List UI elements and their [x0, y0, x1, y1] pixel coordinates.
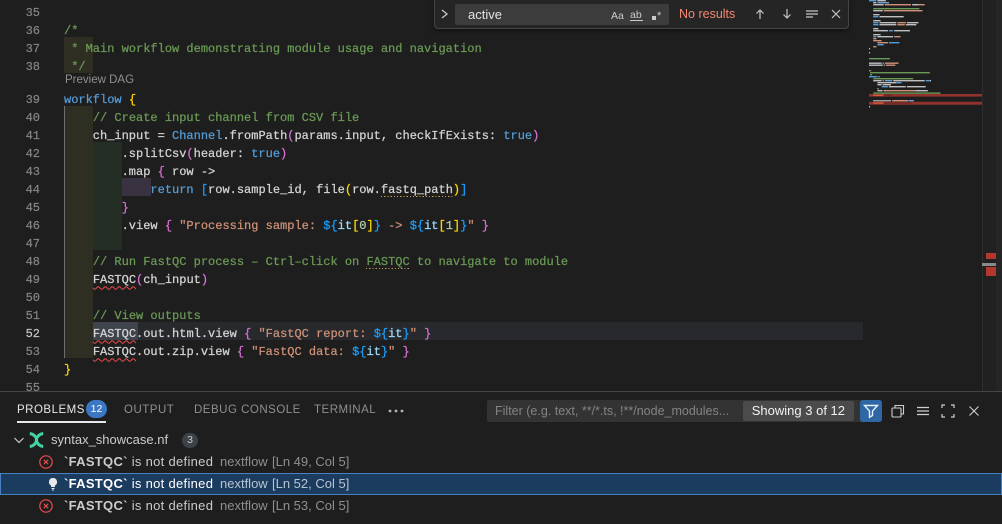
svg-text:Aa: Aa [611, 10, 624, 22]
svg-text:ab: ab [630, 9, 642, 21]
svg-text:*: * [657, 10, 662, 22]
